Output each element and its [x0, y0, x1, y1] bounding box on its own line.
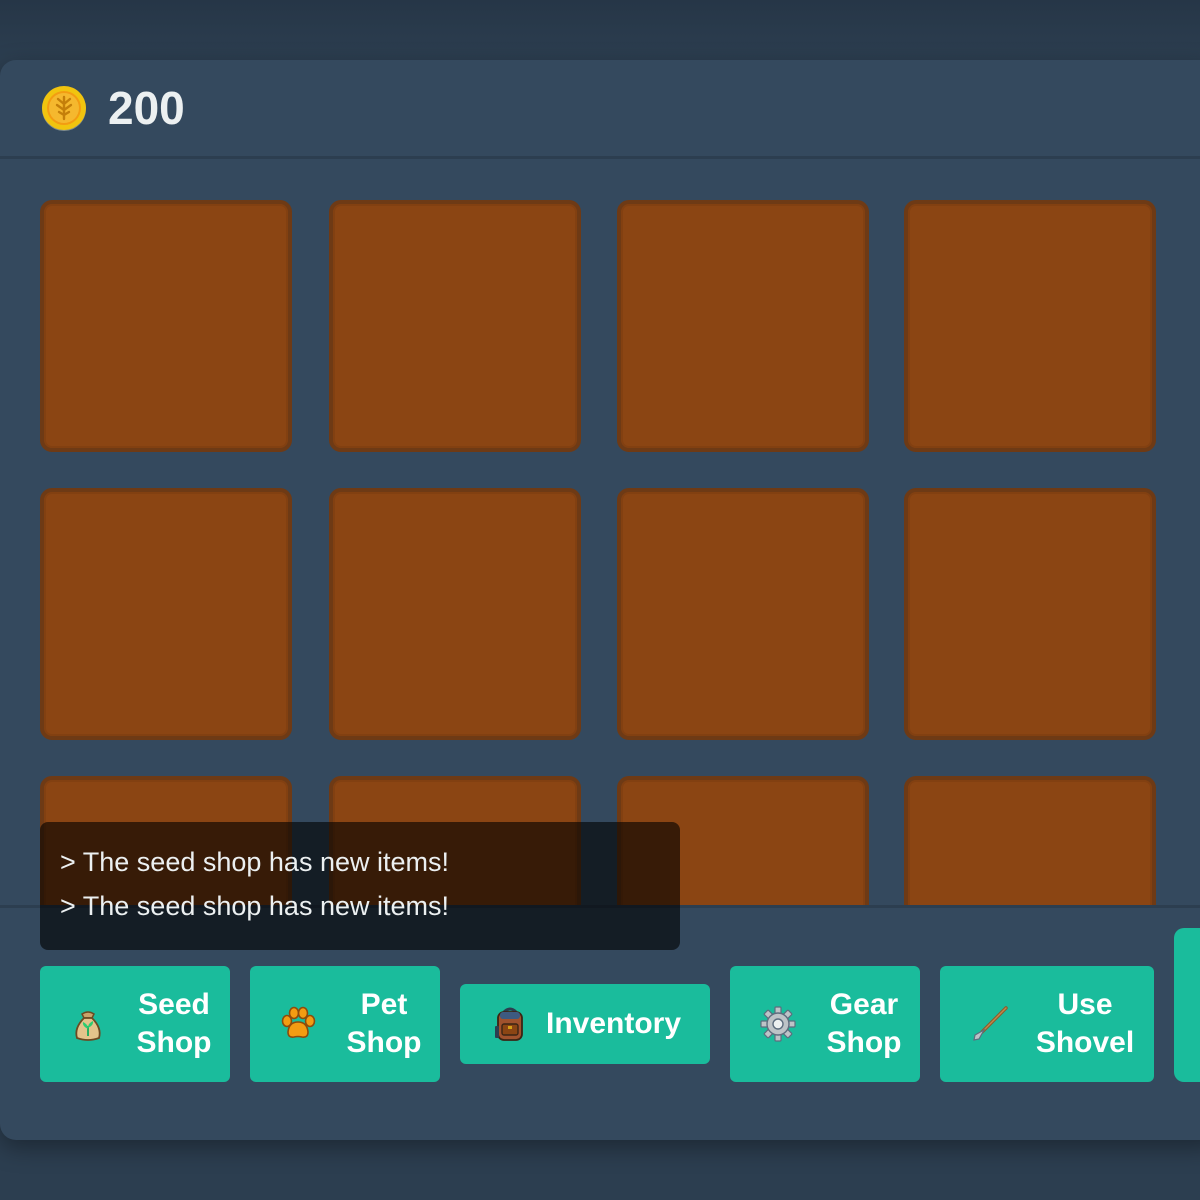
use-shovel-label-line1: Use: [1057, 988, 1113, 1021]
more-toolbar-button[interactable]: [1174, 928, 1200, 1082]
inventory-button[interactable]: Inventory: [460, 984, 710, 1064]
backpack-icon: [495, 1007, 523, 1041]
seed-shop-label: Seed Shop: [124, 986, 224, 1062]
pet-shop-label-line1: Pet: [360, 988, 408, 1021]
farm-plot[interactable]: [40, 488, 292, 740]
farm-plot[interactable]: [904, 776, 1156, 905]
farm-plot[interactable]: [329, 200, 581, 452]
farm-plot[interactable]: [617, 488, 869, 740]
game-panel: 200 > The seed shop has new items! > The…: [0, 60, 1200, 1140]
gear-shop-label-line2: Shop: [826, 1026, 902, 1059]
seed-shop-label-line2: Shop: [136, 1026, 212, 1059]
shovel-icon: [973, 1006, 1008, 1041]
pet-shop-label-line2: Shop: [346, 1026, 422, 1059]
seed-shop-button[interactable]: Seed Shop: [40, 966, 230, 1082]
gear-shop-label: Gear Shop: [814, 986, 914, 1062]
seed-shop-label-line1: Seed: [138, 988, 210, 1021]
inventory-label: Inventory: [546, 1007, 682, 1040]
paw-icon: [281, 1006, 316, 1038]
farm-plot[interactable]: [329, 488, 581, 740]
pet-shop-button[interactable]: Pet Shop: [250, 966, 440, 1082]
farm-plot[interactable]: [904, 488, 1156, 740]
farm-grid: [0, 159, 1200, 905]
log-line: > The seed shop has new items!: [60, 891, 449, 921]
header-bar: 200: [0, 60, 1200, 159]
use-shovel-button[interactable]: Use Shovel: [940, 966, 1154, 1082]
farm-plot[interactable]: [617, 200, 869, 452]
use-shovel-label: Use Shovel: [1026, 986, 1144, 1062]
farm-plot[interactable]: [904, 200, 1156, 452]
farm-plot[interactable]: [40, 200, 292, 452]
gear-shop-button[interactable]: Gear Shop: [730, 966, 920, 1082]
gear-shop-label-line1: Gear: [829, 988, 899, 1021]
use-shovel-label-line2: Shovel: [1035, 1026, 1135, 1059]
message-log: > The seed shop has new items! > The see…: [40, 822, 680, 950]
pet-shop-label: Pet Shop: [334, 986, 434, 1062]
seed-bag-icon: [75, 1011, 101, 1041]
coin-icon: [42, 86, 86, 131]
log-line: > The seed shop has new items!: [60, 847, 449, 877]
gear-icon: [760, 1006, 796, 1042]
coin-count: 200: [108, 82, 185, 134]
